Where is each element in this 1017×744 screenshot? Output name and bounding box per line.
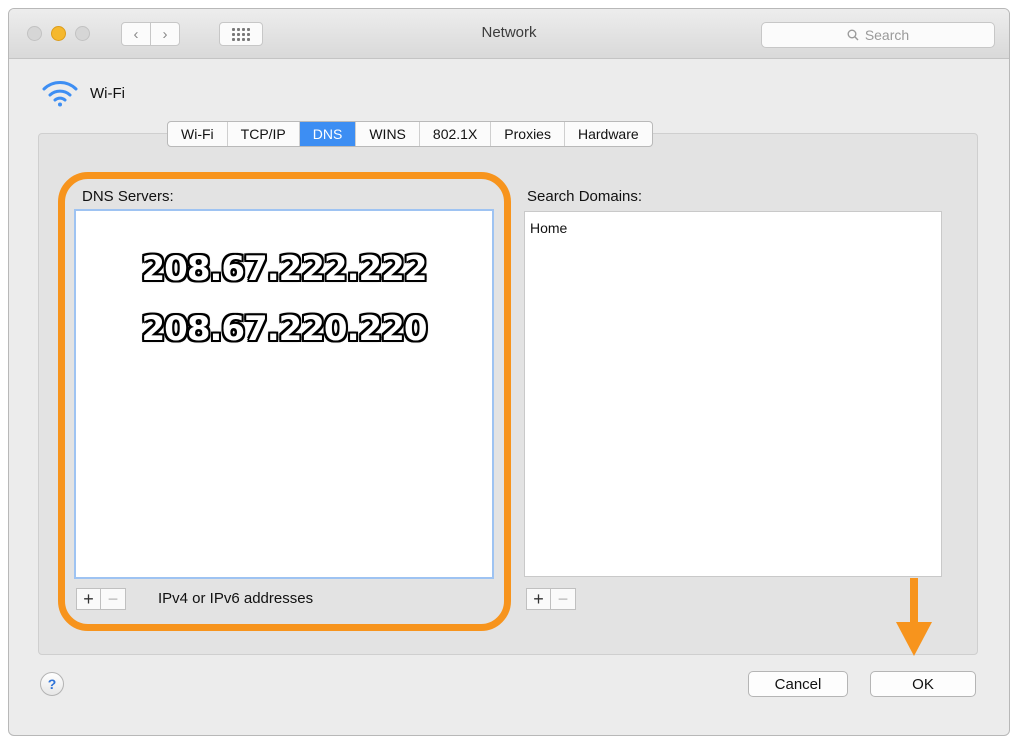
tab-tcpip[interactable]: TCP/IP [228, 122, 300, 146]
tab-wifi[interactable]: Wi-Fi [168, 122, 228, 146]
title-bar: ‹ › Network Search [9, 9, 1009, 59]
dns-servers-label: DNS Servers: [82, 188, 174, 205]
search-icon [847, 29, 859, 41]
cancel-button[interactable]: Cancel [748, 671, 848, 697]
dns-server-entry[interactable]: 208.67.220.220 [76, 309, 492, 349]
search-placeholder: Search [864, 27, 910, 43]
add-dns-server-button[interactable]: + [77, 589, 101, 609]
domain-add-remove-control: + − [526, 588, 576, 610]
remove-dns-server-button[interactable]: − [101, 589, 125, 609]
dns-server-entry[interactable]: 208.67.222.222 [76, 249, 492, 289]
tab-dns[interactable]: DNS [299, 122, 357, 146]
remove-search-domain-button[interactable]: − [551, 589, 575, 609]
tab-proxies[interactable]: Proxies [491, 122, 565, 146]
dns-servers-list[interactable]: 208.67.222.222 208.67.220.220 [74, 209, 494, 579]
interface-name: Wi-Fi [90, 84, 125, 102]
add-search-domain-button[interactable]: + [527, 589, 551, 609]
help-button[interactable]: ? [40, 672, 64, 696]
search-domains-list[interactable]: Home [524, 211, 942, 577]
search-domains-label: Search Domains: [527, 188, 643, 205]
search-domain-entry[interactable]: Home [530, 220, 567, 236]
search-field[interactable]: Search [761, 22, 995, 48]
dns-add-remove-control: + − [76, 588, 126, 610]
interface-header: Wi-Fi [40, 78, 125, 108]
tab-hardware[interactable]: Hardware [565, 122, 652, 146]
tab-wins[interactable]: WINS [356, 122, 420, 146]
wifi-icon [42, 81, 78, 107]
tab-bar: Wi-Fi TCP/IP DNS WINS 802.1X Proxies Har… [167, 121, 653, 147]
address-format-hint: IPv4 or IPv6 addresses [158, 590, 314, 607]
tab-8021x[interactable]: 802.1X [420, 122, 492, 146]
ok-button[interactable]: OK [870, 671, 976, 697]
arrow-down-icon [896, 578, 932, 656]
